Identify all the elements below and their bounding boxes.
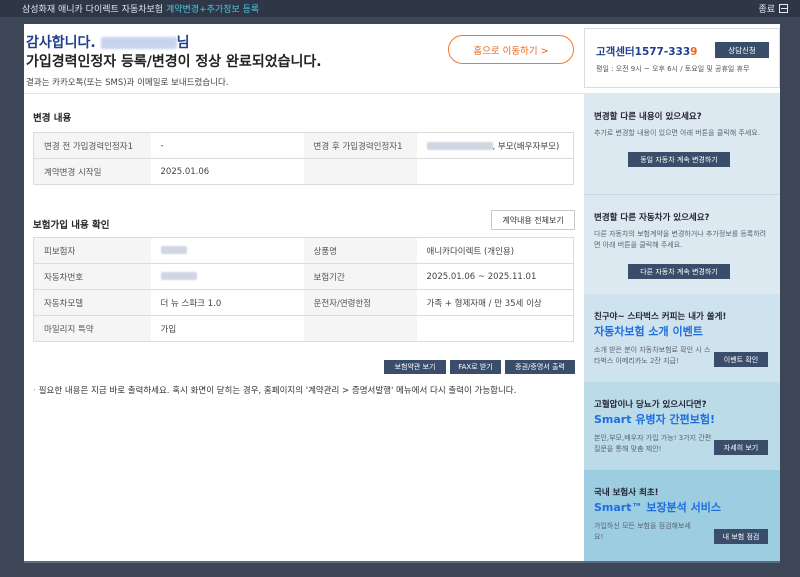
thanks-message: 감사합니다. 님: [26, 32, 189, 52]
coverage-desc: 가입하신 모든 보험을 점검해보세요!: [594, 522, 691, 541]
table-row: 자동차번호 보험기간 2025.01.06 ~ 2025.11.01: [33, 263, 574, 290]
change-section-title: 변경 내용: [33, 113, 72, 124]
driver-age-value: 가족 + 형제자매 / 만 35세 이상: [416, 289, 574, 316]
table-row: 피보험자 상품명 애니카다이렉트 (개인용): [33, 237, 574, 264]
bullet-icon: ·: [33, 386, 36, 396]
more-change-title: 변경할 다른 내용이 있으세요?: [594, 112, 702, 122]
empty-cell: [303, 315, 417, 342]
more-change-desc: 추가로 변경할 내용이 있으면 아래 버튼을 클릭해 주세요.: [594, 129, 760, 137]
insured-label: 피보험자: [33, 237, 151, 264]
terms-button[interactable]: 보험약관 보기: [384, 360, 446, 374]
change-label-after: 변경 후 가입경력인정자1: [303, 132, 417, 159]
masked-insured: [160, 246, 187, 254]
change-start-value: 2025.01.06: [150, 158, 304, 185]
insurance-table: 피보험자 상품명 애니카다이렉트 (개인용) 자동차번호 보험기간 2025.0…: [33, 237, 574, 342]
table-row: 변경 전 가입경력인정자1 - 변경 후 가입경력인정자1 , 부모(배우자부모…: [33, 132, 574, 159]
simple-insurance-headline: Smart 유병자 간편보험!: [594, 413, 716, 426]
masked-customer-name: [100, 37, 177, 49]
simple-insurance-desc: 본인,부모,배우자 가입 가능! 3가지 간편 질문을 통해 맞춤 제안!: [594, 434, 712, 453]
thanks-prefix: 감사합니다.: [26, 35, 96, 51]
coverage-title: 국내 보험사 최초!: [594, 488, 659, 498]
table-row: 마일리지 특약 가입: [33, 315, 574, 342]
consult-button[interactable]: 상담신청: [715, 42, 769, 58]
insured-value: [150, 237, 304, 264]
car-number-label: 자동차번호: [33, 263, 151, 290]
top-bar: 삼성화재 애니카 다이렉트 자동차보험 계약변경+추가정보 등록 종료: [0, 0, 800, 17]
cs-hours: 평일 : 오전 9시 ~ 오후 6시 / 토요일 및 공휴일 휴무: [596, 65, 750, 73]
period-label: 보험기간: [303, 263, 417, 290]
cs-label-text: 고객센터: [596, 46, 635, 58]
relation-text: , 부모(배우자부모): [492, 141, 560, 152]
bottom-divider: [24, 561, 780, 563]
coverage-headline: Smart™ 보장분석 서비스: [594, 501, 721, 514]
fax-button[interactable]: FAX로 받기: [450, 360, 501, 374]
empty-cell: [416, 158, 574, 185]
completion-header: 감사합니다. 님 가입경력인정자 등록/변경이 정상 완료되었습니다. 결과는 …: [24, 24, 780, 94]
other-car-desc: 다른 자동차의 보험계약을 변경하거나 추가정보를 등록하려면 아래 버튼을 클…: [594, 230, 767, 249]
masked-name: [426, 142, 493, 150]
more-change-panel: 변경할 다른 내용이 있으세요? 추가로 변경할 내용이 있으면 아래 버튼을 …: [584, 94, 780, 194]
other-car-change-button[interactable]: 다른 자동차 계속 변경하기: [628, 264, 730, 279]
referral-desc: 소개 받은 분이 자동차보험료 확인 시 스타벅스 아메리카노 2잔 지급!: [594, 346, 711, 365]
cs-number: 1577-333: [634, 46, 691, 58]
change-label-before: 변경 전 가입경력인정자1: [33, 132, 151, 159]
main-content: 변경 내용 변경 전 가입경력인정자1 - 변경 후 가입경력인정자1 , 부모…: [24, 94, 584, 561]
content-frame: 감사합니다. 님 가입경력인정자 등록/변경이 정상 완료되었습니다. 결과는 …: [24, 24, 780, 561]
masked-car-number: [160, 272, 197, 280]
close-button[interactable]: 종료: [758, 2, 788, 15]
period-value: 2025.01.06 ~ 2025.11.01: [416, 263, 574, 290]
car-model-label: 자동차모델: [33, 289, 151, 316]
same-car-change-button[interactable]: 동일 자동차 계속 변경하기: [628, 152, 730, 167]
window-title-accent: 계약변경+추가정보 등록: [165, 5, 260, 15]
mileage-value: 가입: [150, 315, 304, 342]
change-start-label: 계약변경 시작일: [33, 158, 151, 185]
referral-headline: 자동차보험 소개 이벤트: [594, 325, 703, 338]
car-number-value: [150, 263, 304, 290]
change-value-before: -: [150, 132, 304, 159]
window-title-text: 삼성화재 애니카 다이렉트 자동차보험: [22, 5, 164, 15]
other-car-panel: 변경할 다른 자동차가 있으세요? 다른 자동차의 보험계약을 변경하거나 추가…: [584, 194, 780, 294]
table-row: 자동차모델 더 뉴 스파크 1.0 운전자/연령한정 가족 + 형제자매 / 만…: [33, 289, 574, 316]
view-all-contract-button[interactable]: 계약내용 전체보기: [491, 210, 575, 230]
other-car-title: 변경할 다른 자동차가 있으세요?: [594, 213, 710, 223]
product-value: 애니카다이렉트 (개인용): [416, 237, 574, 264]
car-model-value: 더 뉴 스파크 1.0: [150, 289, 304, 316]
page-title: 가입경력인정자 등록/변경이 정상 완료되었습니다.: [26, 54, 322, 70]
driver-age-label: 운전자/연령한정: [303, 289, 417, 316]
window-title: 삼성화재 애니카 다이렉트 자동차보험 계약변경+추가정보 등록: [22, 2, 259, 15]
home-button[interactable]: 홈으로 이동하기 >: [448, 35, 574, 64]
product-label: 상품명: [303, 237, 417, 264]
print-notice-text: 필요한 내용은 지금 바로 출력하세요. 혹시 화면이 닫히는 경우, 홈페이지…: [38, 386, 517, 396]
event-check-button[interactable]: 이벤트 확인: [714, 352, 768, 367]
side-panel: 변경할 다른 내용이 있으세요? 추가로 변경할 내용이 있으면 아래 버튼을 …: [584, 94, 780, 561]
insurance-section-title: 보험가입 내용 확인: [33, 220, 110, 231]
simple-insurance-title: 고혈압이나 당뇨가 있으시다면?: [594, 400, 707, 410]
thanks-suffix: 님: [176, 35, 190, 51]
empty-cell: [416, 315, 574, 342]
view-detail-button[interactable]: 자세히 보기: [714, 440, 768, 455]
mileage-label: 마일리지 특약: [33, 315, 151, 342]
empty-cell: [303, 158, 417, 185]
table-row: 계약변경 시작일 2025.01.06: [33, 158, 574, 185]
referral-event-panel: 친구야~ 스타벅스 커피는 내가 쏠게! 자동차보험 소개 이벤트 소개 받은 …: [584, 294, 780, 382]
coverage-analysis-panel: 국내 보험사 최초! Smart™ 보장분석 서비스 가입하신 모든 보험을 점…: [584, 470, 780, 561]
cs-number-last: 9: [690, 46, 698, 58]
close-label: 종료: [758, 5, 775, 15]
simple-insurance-panel: 고혈압이나 당뇨가 있으시다면? Smart 유병자 간편보험! 본인,부모,배…: [584, 382, 780, 470]
referral-title: 친구야~ 스타벅스 커피는 내가 쏠게!: [594, 312, 727, 322]
my-insurance-check-button[interactable]: 내 보험 점검: [714, 529, 768, 544]
print-notice: · 필요한 내용은 지금 바로 출력하세요. 혹시 화면이 닫히는 경우, 홈페이…: [33, 384, 516, 396]
change-table: 변경 전 가입경력인정자1 - 변경 후 가입경력인정자1 , 부모(배우자부모…: [33, 132, 574, 185]
print-certificate-button[interactable]: 증권/증명서 출력: [505, 360, 575, 374]
result-notice: 결과는 카카오톡(또는 SMS)과 이메일로 보내드렸습니다.: [26, 78, 229, 88]
exit-icon: [779, 4, 788, 13]
change-value-after: , 부모(배우자부모): [416, 132, 574, 159]
customer-service-box: 고객센터1577-3339 평일 : 오전 9시 ~ 오후 6시 / 토요일 및…: [584, 28, 780, 88]
customer-service-label: 고객센터1577-3339: [596, 44, 697, 59]
